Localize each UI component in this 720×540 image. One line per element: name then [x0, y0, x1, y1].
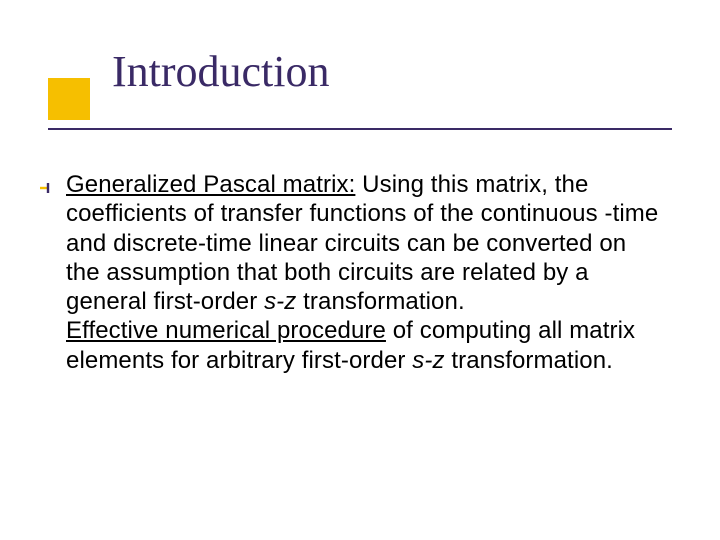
- title-accent-square: [48, 78, 90, 120]
- body-lead-2: Effective numerical procedure: [66, 317, 386, 344]
- slide-title: Introduction: [112, 50, 720, 94]
- body-text-1b: transformation.: [303, 288, 465, 315]
- body-italic-2: s-z: [412, 347, 444, 374]
- body-italic-1: s-z: [264, 288, 296, 315]
- bullet-icon: [40, 182, 54, 196]
- body-lead-1: Generalized Pascal matrix:: [66, 171, 355, 198]
- title-divider: [48, 128, 672, 130]
- slide-body: Generalized Pascal matrix: Using this ma…: [66, 170, 666, 375]
- body-text-2b: transformation.: [451, 347, 613, 374]
